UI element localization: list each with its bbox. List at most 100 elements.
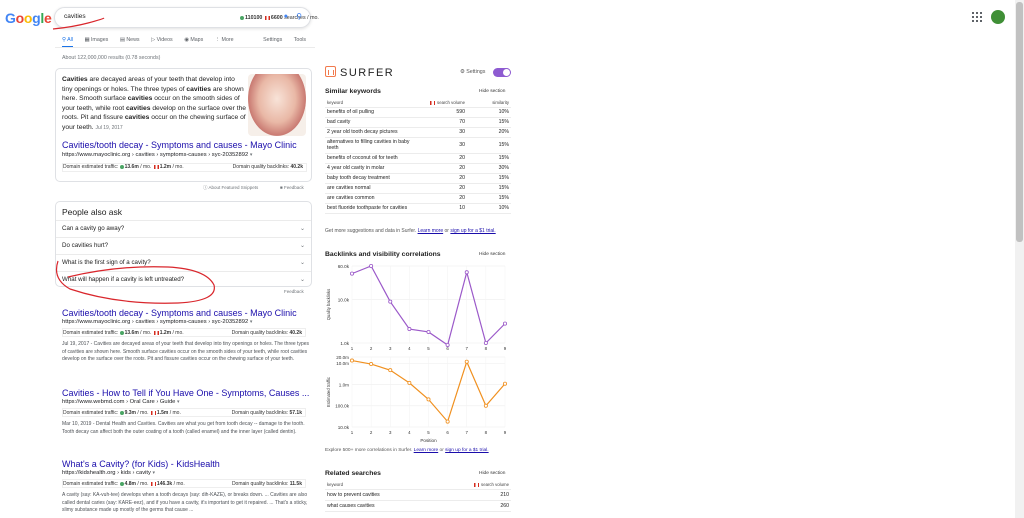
featured-traffic-row: Domain estimated traffic: 13.6m / mo. 1.…: [62, 163, 307, 172]
keyword-row[interactable]: baby tooth decay treatment 20 15%: [325, 173, 511, 184]
search-icon[interactable]: ⚲: [296, 12, 302, 21]
x-tick-label: 8: [485, 346, 488, 351]
data-point[interactable]: [445, 342, 450, 347]
scrollbar-thumb[interactable]: [1016, 2, 1023, 242]
paa-feedback-link[interactable]: Feedback: [284, 289, 304, 294]
surfer-settings[interactable]: ⚙ Settings: [460, 69, 485, 75]
keyword-row[interactable]: benefits of coconut oil for teeth 20 15%: [325, 153, 511, 164]
x-tick-label: 8: [485, 430, 488, 435]
data-point[interactable]: [483, 341, 488, 346]
keyword-row[interactable]: are cavities normal 20 15%: [325, 183, 511, 194]
keyword-row[interactable]: best fluoride toothpaste for cavities 10 1…: [325, 203, 511, 214]
keyword-cell: alternatives to filling cavities in baby…: [325, 137, 421, 154]
keyword-row[interactable]: 2 year old tooth decay pictures 30 20%: [325, 127, 511, 138]
featured-result-title[interactable]: Cavities/tooth decay - Symptoms and caus…: [62, 140, 297, 150]
keyword-volume: 110100 6600 searches / mo.: [240, 15, 319, 21]
keyword-row[interactable]: 4 year old cavity in molar 20 30%: [325, 163, 511, 174]
related-row[interactable]: how to prevent cavities 210: [325, 489, 511, 501]
result-title[interactable]: Cavities/tooth decay - Symptoms and caus…: [62, 308, 312, 318]
y-tick-label: 10.0k: [338, 425, 350, 430]
paa-question[interactable]: Can a cavity go away? ⌄: [56, 220, 311, 237]
image-icon: ▦: [84, 37, 90, 43]
similar-footnote: Get more suggestions and data in Surfer.…: [325, 228, 496, 234]
settings-link[interactable]: Settings: [263, 37, 282, 43]
data-point[interactable]: [388, 368, 393, 373]
x-tick-label: 1: [351, 430, 354, 435]
hide-section-link[interactable]: Hide section: [479, 471, 505, 476]
result-description: Mar 10, 2019 - Dental Health and Cavitie…: [62, 421, 305, 435]
keyword-cell: benefits of coconut oil for teeth: [325, 153, 421, 164]
tab-maps[interactable]: ◉ Maps: [184, 37, 203, 43]
result-url[interactable]: https://www.mayoclinic.org › cavities › …: [62, 319, 312, 325]
logo-letter: o: [15, 10, 25, 26]
data-point[interactable]: [464, 359, 469, 364]
data-point[interactable]: [407, 380, 412, 385]
learn-more-link[interactable]: Learn more: [414, 448, 439, 453]
keyword-row[interactable]: alternatives to filling cavities in baby…: [325, 137, 511, 154]
data-point[interactable]: [349, 358, 354, 363]
feedback-icon: ■: [280, 185, 283, 190]
signup-link[interactable]: sign up for a $1 trial.: [445, 448, 488, 453]
volume-cell: 20: [421, 153, 467, 164]
result-traffic-row: Domain estimated traffic: 4.8m / mo. 146…: [62, 479, 306, 488]
keyword-row[interactable]: benefits of oil pulling 590 10%: [325, 107, 511, 118]
keyword-cell: baby tooth decay treatment: [325, 173, 421, 184]
tooth-diagram-image[interactable]: [248, 74, 306, 136]
volume-cell: 20: [421, 183, 467, 194]
surfer-toggle[interactable]: [493, 68, 511, 77]
tab-videos[interactable]: ▷ Videos: [151, 37, 173, 43]
featured-result-url[interactable]: https://www.mayoclinic.org › cavities › …: [62, 152, 252, 158]
tools-link[interactable]: Tools: [294, 37, 306, 43]
x-tick-label: 5: [427, 430, 430, 435]
avatar[interactable]: [991, 10, 1005, 24]
col-keyword: keyword: [325, 480, 451, 490]
result-url[interactable]: https://www.webmd.com › Oral Care › Guid…: [62, 399, 312, 405]
tab-news[interactable]: ▤ News: [120, 37, 140, 43]
traffic-chart: 20.0m10.0m 1.0m 100.0k 10.0k1 2 3 4 5 6 7 8 9 Estima…: [326, 355, 507, 443]
similar-keywords-title: Similar keywords: [325, 88, 381, 95]
result-title[interactable]: What's a Cavity? (for Kids) - KidsHealth: [62, 459, 312, 469]
apps-grid-icon[interactable]: [972, 12, 982, 22]
data-point[interactable]: [483, 403, 488, 408]
chevron-down-icon: ⌄: [299, 226, 305, 232]
keyword-cell: 4 year old cavity in molar: [325, 163, 421, 174]
tab-images[interactable]: ▦ Images: [84, 37, 108, 43]
data-point[interactable]: [349, 271, 354, 276]
y-axis-label: Quality backlinks: [326, 289, 331, 320]
data-point[interactable]: [407, 327, 412, 332]
related-row[interactable]: what causes cavities 260: [325, 500, 511, 512]
featured-snippet: Cavities are decayed areas of your teeth…: [55, 68, 312, 182]
result-url[interactable]: https://kidshealth.org › kids › cavity ▾: [62, 470, 312, 476]
tab-more[interactable]: ⋮ More: [215, 37, 234, 43]
result-description: Jul 19, 2017 - Cavities are decayed area…: [62, 341, 310, 363]
gear-icon: ⚙: [460, 69, 465, 75]
data-point[interactable]: [388, 299, 393, 304]
correlations-title: Backlinks and visibility correlations: [325, 251, 441, 258]
feedback-link[interactable]: ■ Feedback: [280, 185, 304, 190]
learn-more-link[interactable]: Learn more: [418, 228, 444, 234]
volume-cell: 20: [421, 163, 467, 174]
organic-result: What's a Cavity? (for Kids) - KidsHealth…: [62, 459, 312, 512]
hide-section-link[interactable]: Hide section: [479, 89, 505, 94]
keyword-row[interactable]: bad cavity 70 15%: [325, 117, 511, 128]
keyword-row[interactable]: are cavities common 20 15%: [325, 193, 511, 204]
signup-link[interactable]: sign up for a $1 trial.: [450, 228, 495, 234]
y-axis-label: Estimated traffic: [326, 377, 331, 407]
x-tick-label: 4: [408, 346, 411, 351]
data-point[interactable]: [502, 321, 507, 326]
data-point[interactable]: [426, 397, 431, 402]
google-logo[interactable]: Google: [5, 10, 52, 26]
hide-section-link[interactable]: Hide section: [479, 252, 505, 257]
microphone-icon[interactable]: ●: [284, 13, 288, 20]
paa-question[interactable]: Do cavities hurt? ⌄: [56, 237, 311, 254]
about-featured-snippets[interactable]: ⓘ About Featured Snippets: [203, 185, 258, 191]
data-point[interactable]: [369, 264, 374, 269]
data-point[interactable]: [426, 329, 431, 334]
data-point[interactable]: [502, 381, 507, 386]
data-point[interactable]: [369, 362, 374, 367]
data-point[interactable]: [445, 419, 450, 424]
result-title[interactable]: Cavities - How to Tell if You Have One -…: [62, 388, 312, 398]
y-tick-label: 10.0m: [336, 361, 349, 366]
data-point[interactable]: [464, 270, 469, 275]
x-tick-label: 4: [408, 430, 411, 435]
